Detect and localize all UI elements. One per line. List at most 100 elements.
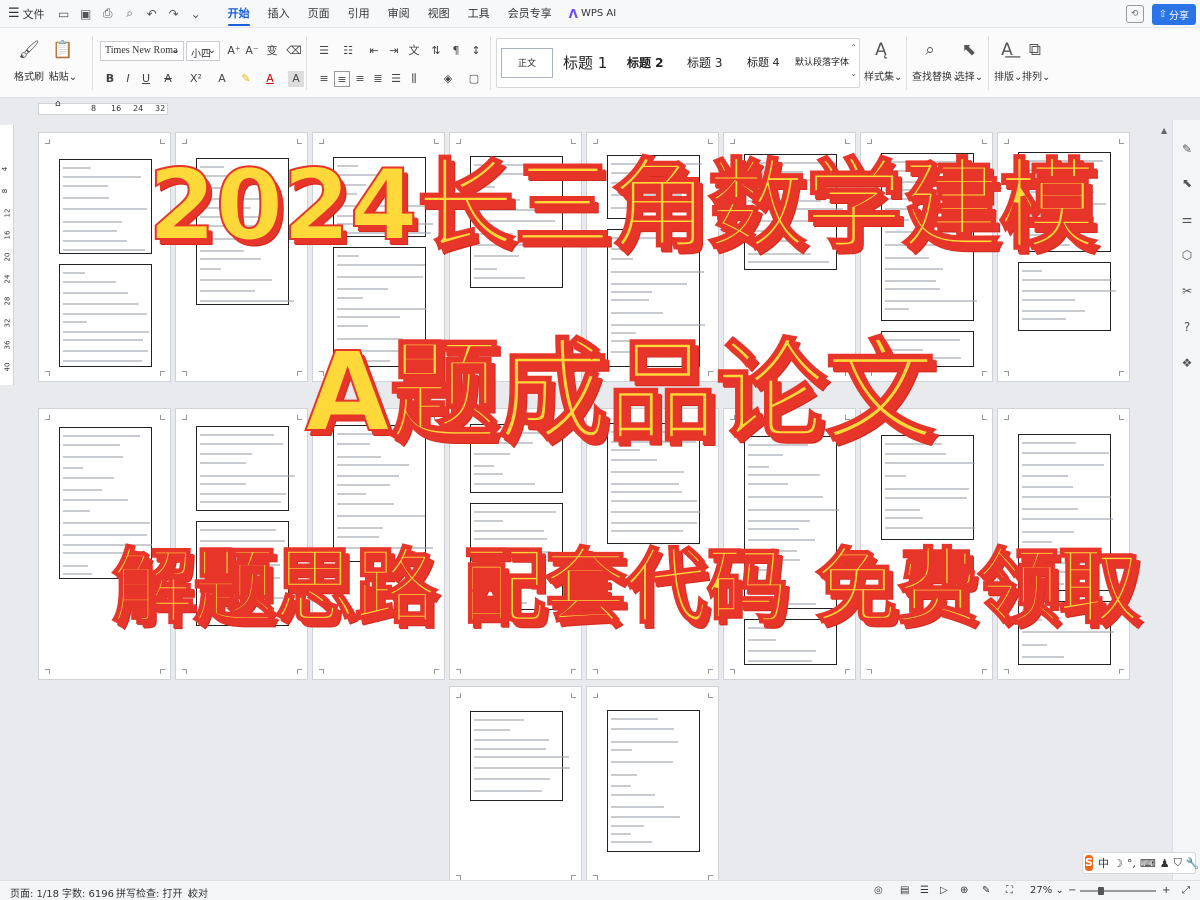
bullet-list-icon[interactable]: ☰ xyxy=(316,43,332,59)
keyboard-icon[interactable]: ⌨ xyxy=(1140,857,1156,870)
user-icon[interactable]: ♟ xyxy=(1160,857,1170,870)
reading-view-icon[interactable]: ▷ xyxy=(940,885,948,896)
spell-check-toggle[interactable]: 拼写检查: 打开 ⌄ xyxy=(116,885,194,900)
align-left-icon[interactable]: ≡ xyxy=(316,71,332,87)
zoom-value[interactable]: 27% ⌄ xyxy=(1030,885,1064,896)
tab-review[interactable]: 审阅 xyxy=(379,0,419,28)
style-normal[interactable]: 正文 xyxy=(501,48,553,78)
write-mode-icon[interactable]: ✎ xyxy=(982,885,990,896)
zoom-slider-handle[interactable] xyxy=(1098,887,1104,895)
style-heading-3[interactable]: 标题 3 xyxy=(687,47,722,79)
chevron-down-icon[interactable]: ⌄ xyxy=(850,69,857,78)
align-center-icon[interactable]: ≡ xyxy=(334,71,350,87)
print-icon[interactable]: ⎙ xyxy=(99,5,117,23)
style-default-para-font[interactable]: 默认段落字体 xyxy=(795,47,849,79)
sliders-icon[interactable]: ⚌ xyxy=(1179,212,1195,228)
feedback-icon[interactable]: ❖ xyxy=(1179,356,1195,372)
print-preview-icon[interactable]: ⌕ xyxy=(121,5,139,23)
chevron-up-icon[interactable]: ⌃ xyxy=(850,43,857,52)
pen-icon[interactable]: ✎ xyxy=(1179,142,1195,158)
zoom-in-icon[interactable]: + xyxy=(1162,885,1170,896)
style-heading-2[interactable]: 标题 2 xyxy=(627,47,664,79)
word-count[interactable]: 字数: 6196 xyxy=(62,885,114,900)
outdent-icon[interactable]: ⇤ xyxy=(366,43,382,59)
new-doc-icon[interactable]: ▭ xyxy=(55,5,73,23)
file-menu[interactable]: ☰ 文件 xyxy=(0,0,53,28)
chinese-layout-icon[interactable]: 文 xyxy=(406,43,422,59)
ime-lang[interactable]: 中 xyxy=(1098,855,1109,871)
phonetic-icon[interactable]: 变 xyxy=(264,43,280,59)
font-name-select[interactable]: Times New Roma ⌄ xyxy=(100,41,184,61)
fullscreen-icon[interactable]: ⤢ xyxy=(1182,885,1190,896)
undo-icon[interactable]: ↶ xyxy=(143,5,161,23)
chevron-down-icon[interactable]: ⌄ xyxy=(187,5,205,23)
shirt-icon[interactable]: ⛉ xyxy=(1174,856,1182,870)
page-thumbnail[interactable] xyxy=(586,686,719,880)
redo-icon[interactable]: ↷ xyxy=(165,5,183,23)
styles-set-button[interactable]: Ą 样式集⌄ xyxy=(864,28,902,83)
ime-toolbar[interactable]: S 中 ☽ °, ⌨ ♟ ⛉ 🔧 xyxy=(1082,852,1200,874)
history-icon[interactable]: ⟲ xyxy=(1125,5,1144,23)
zoom-slider[interactable] xyxy=(1080,887,1156,895)
save-icon[interactable]: ▣ xyxy=(77,5,95,23)
page-indicator[interactable]: 页面: 1/18 xyxy=(10,885,59,900)
format-painter-button[interactable]: 🖌 格式刷 xyxy=(12,28,46,83)
vertical-ruler[interactable]: 4 8 12 16 20 24 28 32 36 40 xyxy=(0,125,14,385)
tab-references[interactable]: 引用 xyxy=(339,0,379,28)
tab-home[interactable]: 开始 xyxy=(219,0,259,28)
tab-view[interactable]: 视图 xyxy=(419,0,459,28)
font-shrink-icon[interactable]: A⁻ xyxy=(244,43,260,59)
strikethrough-icon[interactable]: A xyxy=(160,71,176,87)
column-icon[interactable]: ⫼ xyxy=(406,71,422,87)
tab-member[interactable]: 会员专享 xyxy=(499,0,561,28)
justify-icon[interactable]: ≣ xyxy=(370,71,386,87)
underline-icon[interactable]: U xyxy=(138,71,154,87)
char-shading-icon[interactable]: A xyxy=(288,71,304,87)
find-replace-button[interactable]: ⌕ 查找替换⌄ xyxy=(912,28,960,83)
wrench-icon[interactable]: 🔧 xyxy=(1186,857,1200,870)
show-marks-icon[interactable]: ¶ xyxy=(448,43,464,59)
punct-icon[interactable]: °, xyxy=(1127,857,1136,870)
indent-icon[interactable]: ⇥ xyxy=(386,43,402,59)
bold-icon[interactable]: B xyxy=(102,71,118,87)
moon-icon[interactable]: ☽ xyxy=(1113,857,1123,870)
superscript-icon[interactable]: X² xyxy=(188,71,204,87)
proofread-button[interactable]: 校对 xyxy=(188,885,208,900)
font-color-icon[interactable]: A xyxy=(262,71,278,87)
share-button[interactable]: ⇧ 分享 xyxy=(1151,3,1196,25)
page-thumbnail[interactable] xyxy=(449,686,582,880)
tab-tools[interactable]: 工具 xyxy=(459,0,499,28)
distribute-icon[interactable]: ☰ xyxy=(388,71,404,87)
clear-format-icon[interactable]: ⌫ xyxy=(286,43,302,59)
page-view-icon[interactable]: ▤ xyxy=(900,885,909,896)
fit-page-icon[interactable]: ⛶ xyxy=(1006,885,1013,896)
web-view-icon[interactable]: ⊕ xyxy=(960,885,968,896)
highlight-icon[interactable]: ✎ xyxy=(238,71,254,87)
scroll-up-icon[interactable]: ▲ xyxy=(1161,126,1167,135)
zoom-out-icon[interactable]: − xyxy=(1068,885,1076,896)
indent-marker-icon[interactable]: ⌂ xyxy=(55,99,61,109)
border-icon[interactable]: ▢ xyxy=(466,71,482,87)
tab-insert[interactable]: 插入 xyxy=(259,0,299,28)
select-button[interactable]: ⬉ 选择⌄ xyxy=(954,28,984,83)
font-size-select[interactable]: 小四 ⌄ xyxy=(186,41,220,61)
horizontal-ruler[interactable]: ⌂ 8 16 24 32 xyxy=(38,99,168,115)
italic-icon[interactable]: I xyxy=(120,71,136,87)
vertical-scrollbar[interactable]: ▲ ▼ xyxy=(1160,120,1170,880)
style-heading-1[interactable]: 标题 1 xyxy=(563,47,607,79)
line-spacing-icon[interactable]: ↕ xyxy=(468,43,484,59)
arrange-button[interactable]: ⧉ 排列⌄ xyxy=(1022,28,1050,83)
sort-icon[interactable]: ⇅ xyxy=(428,43,444,59)
style-heading-4[interactable]: 标题 4 xyxy=(747,47,780,79)
shapes-icon[interactable]: ⬡ xyxy=(1179,248,1195,264)
focus-mode-icon[interactable]: ◎ xyxy=(874,885,883,896)
help-icon[interactable]: ? xyxy=(1179,320,1195,336)
text-effect-icon[interactable]: A xyxy=(214,71,230,87)
pointer-icon[interactable]: ⬉ xyxy=(1179,176,1195,192)
paste-button[interactable]: 📋 粘贴⌄ xyxy=(46,28,80,83)
layout-button[interactable]: A͟ 排版⌄ xyxy=(994,28,1022,83)
numbered-list-icon[interactable]: ☷ xyxy=(340,43,356,59)
font-grow-icon[interactable]: A⁺ xyxy=(226,43,242,59)
wps-ai-button[interactable]: Ʌ WPS AI xyxy=(561,7,625,21)
shading-icon[interactable]: ◈ xyxy=(440,71,456,87)
